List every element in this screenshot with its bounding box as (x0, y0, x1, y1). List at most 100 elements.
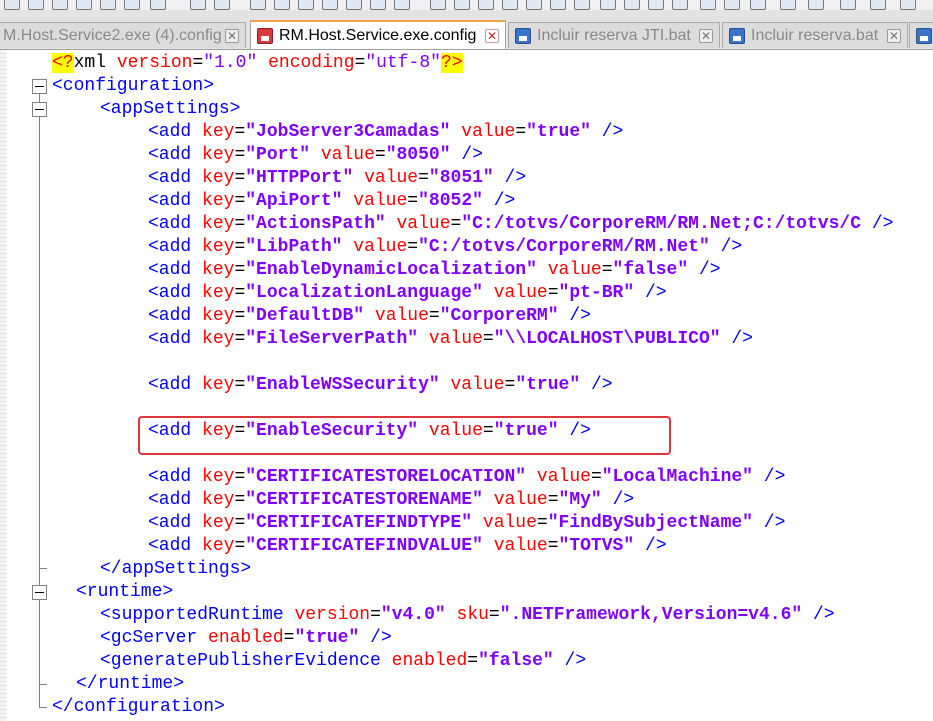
setting-key: "Port" (245, 145, 311, 165)
close-icon[interactable]: ✕ (699, 28, 713, 43)
toolbar-icon[interactable] (394, 0, 410, 10)
toolbar-icon[interactable] (808, 0, 824, 10)
equals: = (234, 168, 246, 188)
equals: = (234, 122, 246, 142)
code-line: </appSettings> (100, 558, 251, 581)
toolbar-icon[interactable] (298, 0, 314, 10)
tag: /> (461, 145, 483, 165)
attr-name: value (461, 122, 516, 142)
toolbar-icon[interactable] (346, 0, 362, 10)
toolbar-icon[interactable] (724, 0, 740, 10)
toolbar-icon[interactable] (502, 0, 518, 10)
tab-host-service2-config[interactable]: M.Host.Service2.exe (4).config ✕ (0, 22, 246, 48)
attr-name: value (364, 168, 419, 188)
toolbar-icon[interactable] (550, 0, 566, 10)
equals: = (504, 375, 516, 395)
toolbar-icon[interactable] (840, 0, 856, 10)
setting-key: "EnableDynamicLocalization" (245, 260, 537, 280)
tag: /> (612, 490, 635, 510)
toolbar-icon[interactable] (4, 0, 20, 10)
fold-toggle-icon[interactable] (32, 585, 47, 600)
attr-name: key (202, 145, 235, 165)
toolbar-icon[interactable] (52, 0, 68, 10)
add-setting-line: <add key="FileServerPath" value="\\LOCAL… (148, 328, 753, 351)
toolbar-icon[interactable] (76, 0, 92, 10)
equals: = (482, 329, 494, 349)
setting-key: "CERTIFICATEFINDVALUE" (245, 536, 483, 556)
toolbar-icon[interactable] (214, 0, 230, 10)
toolbar-icon[interactable] (900, 0, 916, 10)
equals: = (370, 605, 381, 625)
toolbar-icon[interactable] (870, 0, 886, 10)
toolbar-icon[interactable] (624, 0, 640, 10)
add-setting-line: <add key="CERTIFICATEFINDTYPE" value="Fi… (148, 512, 785, 535)
tag: <appSettings> (100, 99, 241, 119)
attr-name: key (202, 513, 235, 533)
fold-end-marker (39, 568, 47, 569)
toolbar-icon[interactable] (780, 0, 796, 10)
attr-name: key (202, 375, 235, 395)
toolbar-icon[interactable] (250, 0, 266, 10)
toolbar-icon[interactable] (672, 0, 688, 10)
fold-toggle-icon[interactable] (32, 102, 47, 117)
attr-name: key (202, 214, 235, 234)
toolbar-icon[interactable] (370, 0, 386, 10)
toolbar-icon[interactable] (100, 0, 116, 10)
setting-value: "8051" (428, 168, 494, 188)
setting-value: "CorporeRM" (439, 306, 559, 326)
toolbar-icon[interactable] (274, 0, 290, 10)
setting-value: "false" (612, 260, 689, 280)
fold-toggle-icon[interactable] (32, 79, 47, 94)
toolbar-icon[interactable] (648, 0, 664, 10)
code-line: </runtime> (76, 673, 184, 696)
attr-name: key (202, 168, 235, 188)
equals: = (234, 490, 246, 510)
toolbar (0, 0, 933, 10)
toolbar-icon[interactable] (454, 0, 470, 10)
equals: = (234, 214, 246, 234)
close-icon[interactable]: ✕ (485, 29, 499, 43)
toolbar-icon[interactable] (430, 0, 446, 10)
fold-end-marker (39, 707, 47, 708)
tag: /> (698, 260, 721, 280)
setting-key: "JobServer3Camadas" (245, 122, 451, 142)
bookmark-margin[interactable] (0, 50, 6, 721)
equals: = (234, 237, 246, 257)
code-line: <generatePublisherEvidence enabled="fals… (100, 650, 586, 673)
tab-rm-host-service-config[interactable]: RM.Host.Service.exe.config ✕ (250, 20, 506, 49)
toolbar-icon[interactable] (750, 0, 766, 10)
code-area[interactable]: <?xml version="1.0" encoding="utf-8"?> <… (52, 50, 933, 721)
close-icon[interactable]: ✕ (887, 28, 901, 43)
tab-label: M.Host.Service2.exe (4).config (3, 26, 222, 44)
add-setting-line: <add key="CERTIFICATEFINDVALUE" value="T… (148, 535, 667, 558)
tab-incluir-reserva-jti[interactable]: Incluir reserva JTI.bat ✕ (508, 22, 720, 48)
toolbar-icon[interactable] (700, 0, 716, 10)
toolbar-icon[interactable] (124, 0, 140, 10)
toolbar-icon[interactable] (150, 0, 166, 10)
setting-value: "FindBySubjectName" (547, 513, 753, 533)
tab-incluir-reserva[interactable]: Incluir reserva.bat ✕ (722, 22, 908, 48)
equals: = (234, 536, 246, 556)
toolbar-icon[interactable] (574, 0, 590, 10)
equals: = (234, 260, 246, 280)
code-editor[interactable]: <?xml version="1.0" encoding="utf-8"?> <… (0, 50, 933, 721)
tag: /> (763, 467, 786, 487)
attr-name: key (202, 467, 235, 487)
toolbar-icon[interactable] (322, 0, 338, 10)
equals: = (488, 605, 500, 625)
tag: <gcServer (100, 628, 198, 648)
tag: <add (148, 237, 192, 257)
tag: /> (644, 536, 667, 556)
toolbar-icon[interactable] (600, 0, 616, 10)
toolbar-icon[interactable] (478, 0, 494, 10)
tab-overflow[interactable] (909, 22, 933, 48)
toolbar-icon[interactable] (28, 0, 44, 10)
close-icon[interactable]: ✕ (225, 28, 239, 43)
add-setting-line: <add key="LibPath" value="C:/totvs/Corpo… (148, 236, 742, 259)
setting-key: "CERTIFICATESTORELOCATION" (245, 467, 527, 487)
toolbar-icon[interactable] (190, 0, 206, 10)
attr-name: key (202, 191, 235, 211)
tag: <add (148, 375, 192, 395)
equals: = (234, 513, 246, 533)
toolbar-icon[interactable] (526, 0, 542, 10)
